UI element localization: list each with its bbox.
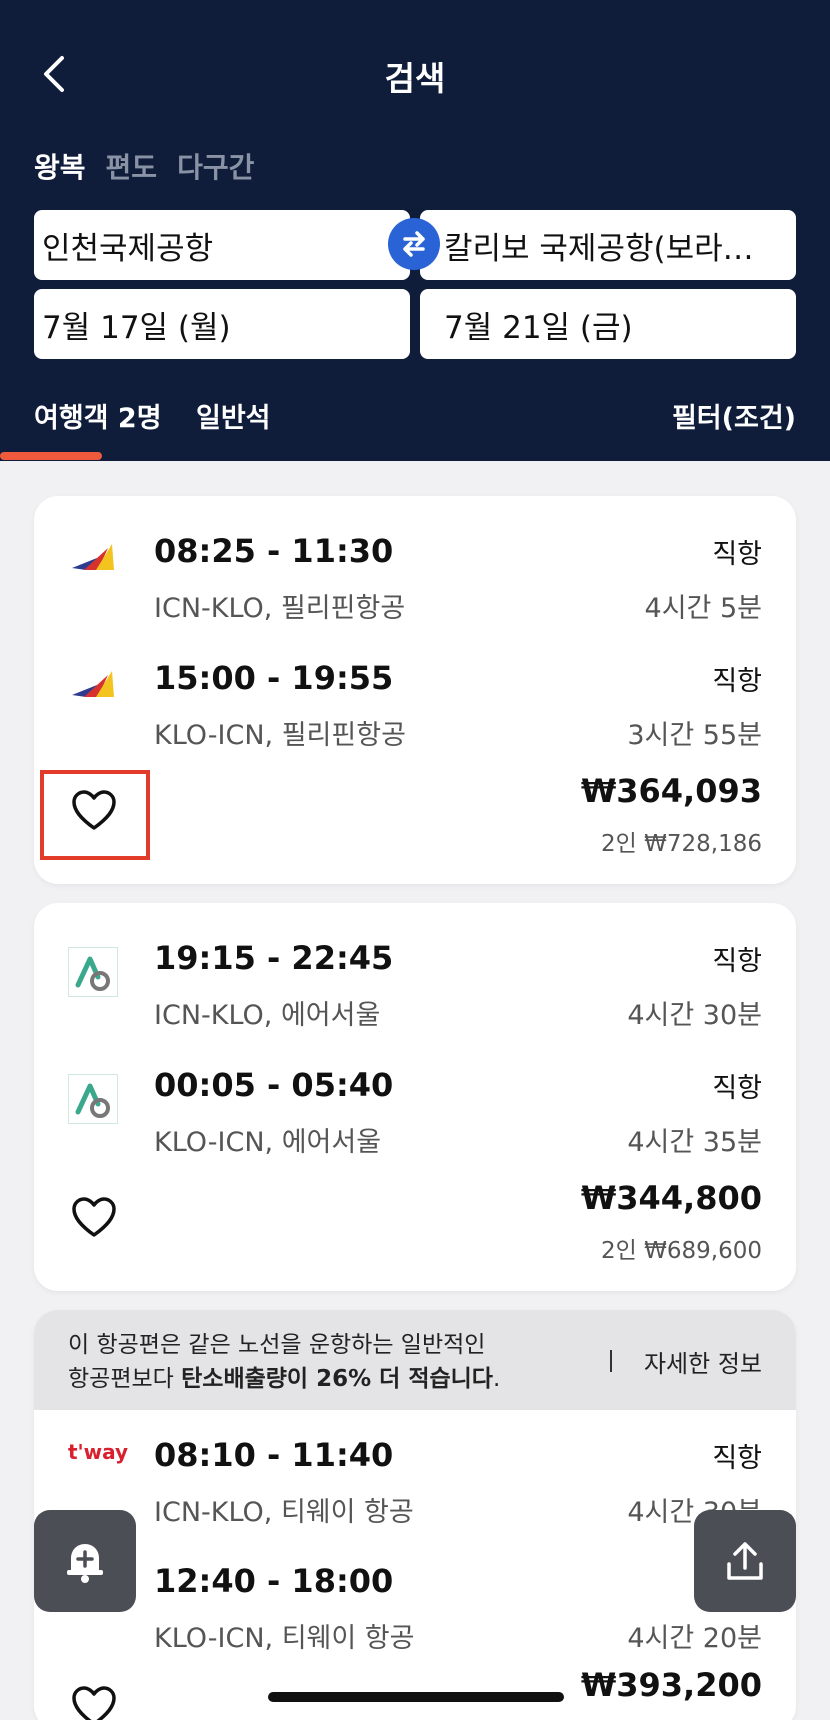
cabin-class-selector[interactable]: 일반석 (196, 396, 271, 435)
passengers-selector[interactable]: 여행객 2명 (34, 396, 162, 435)
outbound-segment: 08:25 - 11:30 ICN-KLO, 필리핀항공 직항 4시간 5분 (34, 532, 796, 642)
eco-note-line2: 항공편보다 탄소배출량이 26% 더 적습니다. (68, 1366, 501, 1392)
tab-round-trip[interactable]: 왕복 (34, 146, 86, 186)
swap-icon (403, 231, 425, 257)
stops-label: 직항 (712, 946, 762, 977)
favorite-heart-icon[interactable] (70, 1684, 118, 1720)
trip-type-tabs: 왕복 편도 다구간 (34, 146, 254, 186)
eco-info-banner: 이 항공편은 같은 노선을 운항하는 일반적인 항공편보다 탄소배출량이 26%… (34, 1310, 796, 1410)
stops-label: 직항 (712, 1073, 762, 1104)
flight-time: 00:05 - 05:40 (154, 1066, 394, 1104)
flight-time: 08:10 - 11:40 (154, 1436, 394, 1474)
origin-value: 인천국제공항 (42, 230, 214, 267)
flight-route: KLO-ICN, 티웨이 항공 (154, 1623, 415, 1654)
flight-duration: 4시간 20분 (627, 1623, 762, 1654)
flight-time: 12:40 - 18:00 (154, 1562, 394, 1600)
flight-duration: 3시간 55분 (627, 720, 762, 751)
depart-date-field[interactable]: 7월 17일 (월) (34, 289, 410, 359)
price-total: 2인 ₩728,186 (601, 831, 762, 857)
tab-one-way[interactable]: 편도 (106, 146, 158, 186)
eco-details-link[interactable]: 자세한 정보 (644, 1344, 762, 1379)
swap-airports-button[interactable] (388, 218, 440, 270)
philippine-airlines-logo (72, 671, 114, 697)
inbound-segment: 15:00 - 19:55 KLO-ICN, 필리핀항공 직항 3시간 55분 (34, 659, 796, 769)
flight-duration: 4시간 5분 (644, 593, 762, 624)
flight-time: 15:00 - 19:55 (154, 659, 394, 697)
flight-duration: 4시간 30분 (627, 1000, 762, 1031)
search-header: 검색 왕복 편도 다구간 인천국제공항 칼리보 국제공항(보라… 7월 17일 … (0, 0, 830, 461)
flight-result-card[interactable]: 19:15 - 22:45 ICN-KLO, 에어서울 직항 4시간 30분 0… (34, 903, 796, 1291)
price-per-person: ₩344,800 (580, 1179, 762, 1217)
home-indicator (268, 1692, 564, 1702)
inbound-segment: 00:05 - 05:40 KLO-ICN, 에어서울 직항 4시간 35분 (34, 1066, 796, 1176)
return-date-value: 7월 21일 (금) (444, 309, 633, 346)
active-tab-indicator (0, 452, 102, 460)
air-seoul-logo (68, 1074, 118, 1124)
flight-route: KLO-ICN, 필리핀항공 (154, 720, 406, 751)
highlighted-favorite-button (40, 770, 150, 860)
filter-button[interactable]: 필터(조건) (672, 396, 796, 435)
air-seoul-logo (68, 947, 118, 997)
flight-duration: 4시간 35분 (627, 1127, 762, 1158)
destination-field[interactable]: 칼리보 국제공항(보라… (420, 210, 796, 280)
price-alert-button[interactable] (34, 1510, 136, 1612)
bell-plus-icon (67, 1544, 103, 1583)
outbound-segment: 19:15 - 22:45 ICN-KLO, 에어서울 직항 4시간 30분 (34, 939, 796, 1049)
eco-note-line1: 이 항공편은 같은 노선을 운항하는 일반적인 (68, 1332, 486, 1358)
flight-route: ICN-KLO, 티웨이 항공 (154, 1497, 414, 1528)
outbound-segment: t'way 08:10 - 11:40 ICN-KLO, 티웨이 항공 직항 4… (34, 1436, 796, 1546)
philippine-airlines-logo (72, 544, 114, 570)
page-title: 검색 (384, 59, 446, 98)
share-button[interactable] (694, 1510, 796, 1612)
price-per-person: ₩364,093 (580, 772, 762, 810)
price-per-person: ₩393,200 (580, 1666, 762, 1704)
divider (610, 1350, 612, 1372)
inbound-segment: 12:40 - 18:00 KLO-ICN, 티웨이 항공 4시간 20분 (34, 1562, 796, 1672)
flight-time: 08:25 - 11:30 (154, 532, 394, 570)
eco-note: 이 항공편은 같은 노선을 운항하는 일반적인 항공편보다 탄소배출량이 26%… (68, 1328, 500, 1396)
stops-label: 직항 (712, 1443, 762, 1474)
eco-note-emphasis: 탄소배출량이 26% 더 적습니다 (181, 1366, 493, 1392)
origin-field[interactable]: 인천국제공항 (34, 210, 410, 280)
flight-route: ICN-KLO, 필리핀항공 (154, 593, 406, 624)
share-icon (727, 1542, 763, 1580)
flight-route: ICN-KLO, 에어서울 (154, 1000, 381, 1031)
tab-multi-city[interactable]: 다구간 (177, 146, 254, 186)
flight-route: KLO-ICN, 에어서울 (154, 1127, 382, 1158)
destination-value: 칼리보 국제공항(보라… (444, 230, 754, 267)
price-total: 2인 ₩689,600 (601, 1238, 762, 1264)
stops-label: 직항 (712, 666, 762, 697)
return-date-field[interactable]: 7월 21일 (금) (420, 289, 796, 359)
depart-date-value: 7월 17일 (월) (42, 309, 231, 346)
flight-time: 19:15 - 22:45 (154, 939, 394, 977)
stops-label: 직항 (712, 539, 762, 570)
tway-logo: t'way (68, 1440, 129, 1464)
favorite-heart-icon[interactable] (70, 1195, 118, 1239)
